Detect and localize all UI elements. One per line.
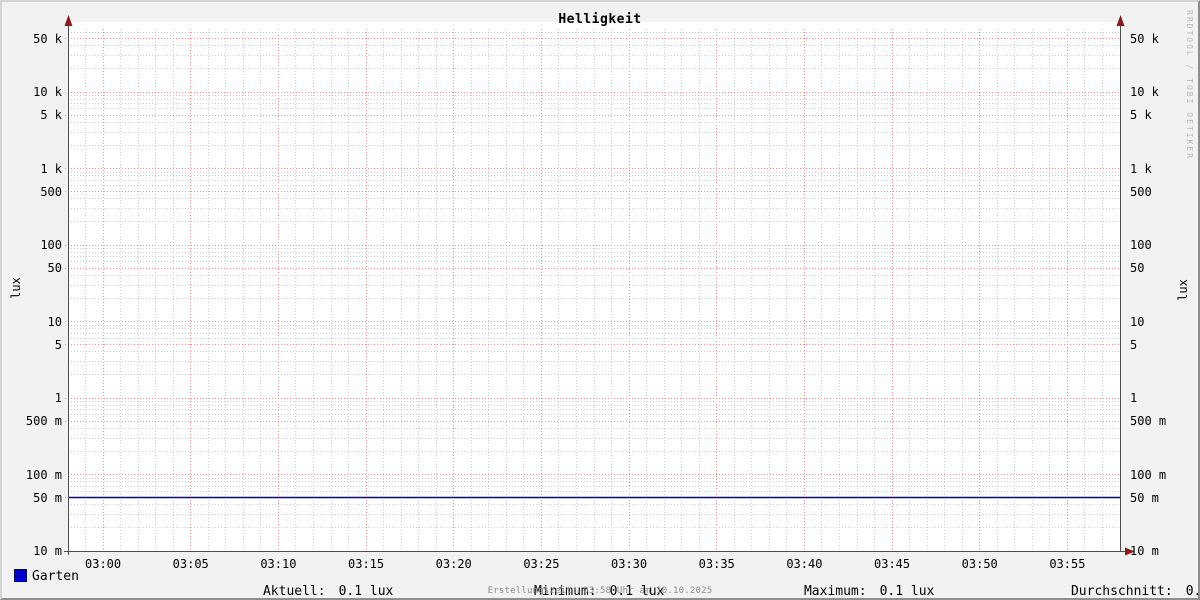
y-axis-tick-label-right: 500	[1130, 184, 1152, 199]
y-axis-tick-label-left: 10 k	[33, 85, 62, 99]
y-axis-tick-label-left: 100 m	[25, 467, 62, 482]
y-axis-tick-label-right: 10 m	[1130, 544, 1159, 558]
x-axis-tick-label: 03:15	[348, 557, 385, 571]
y-axis-tick-label-right: 5	[1130, 337, 1138, 352]
y-axis-tick-label-left: 500	[40, 184, 62, 199]
x-axis-tick-label: 03:20	[435, 557, 472, 571]
rrdtool-graph: Helligkeit lux lux RRDTOOL / TOBI OETIKE…	[0, 0, 1200, 600]
y-axis-tick-label-right: 50	[1130, 261, 1145, 276]
y-axis-tick-label-left: 10 m	[33, 544, 62, 558]
series-label: Garten	[32, 569, 79, 584]
x-axis-tick-label: 03:40	[786, 557, 823, 571]
y-axis-tick-label-left: 10	[47, 314, 62, 329]
x-axis-tick-label: 03:45	[874, 557, 911, 571]
y-axis-tick-label-left: 5	[54, 337, 62, 352]
x-axis-tick-label: 03:55	[1049, 557, 1086, 571]
chart-title: Helligkeit	[558, 12, 642, 27]
y-axis-tick-label-left: 50 k	[33, 31, 62, 46]
creation-timestamp: Erstellungszeit: 03:58 Uhr am 10.10.2025	[487, 586, 713, 596]
y-axis-tick-label-right: 1 k	[1130, 161, 1152, 176]
x-axis-tick-label: 03:10	[260, 557, 297, 571]
y-axis-tick-label-left: 1	[54, 391, 62, 405]
y-axis-tick-label-left: 5 k	[40, 108, 62, 123]
y-axis-tick-label-right: 5 k	[1130, 108, 1152, 123]
x-axis-tick-label: 03:25	[523, 557, 560, 571]
plot-area	[64, 15, 1135, 556]
legend-row: Garten Aktuell: 0.1 lux Minimum: 0.1 lux M…	[2, 569, 1198, 598]
y-axis-tick-label-left: 1 k	[40, 161, 62, 176]
y-axis-tick-label-right: 100	[1130, 238, 1152, 252]
series-color-swatch	[14, 569, 27, 582]
y-axis-tick-label-left: 100	[40, 238, 62, 252]
y-axis-tick-label-right: 50 m	[1130, 490, 1159, 505]
y-axis-tick-label-right: 50 k	[1130, 31, 1159, 46]
x-axis-tick-label: 03:50	[961, 557, 998, 571]
y-axis-tick-label-right: 10 k	[1130, 85, 1159, 99]
x-axis-tick-label: 03:35	[698, 557, 735, 571]
y-axis-tick-label-right: 500 m	[1130, 414, 1167, 429]
x-axis-tick-label: 03:05	[172, 557, 209, 571]
y-axis-tick-label-left: 500 m	[25, 414, 62, 429]
y-axis-tick-label-left: 50 m	[33, 490, 62, 505]
x-axis-tick-label: 03:00	[85, 557, 122, 571]
y-axis-tick-label-right: 1	[1130, 391, 1138, 405]
x-axis-tick-label: 03:30	[611, 557, 648, 571]
y-axis-tick-label-left: 50	[47, 261, 62, 276]
y-axis-tick-label-right: 10	[1130, 314, 1145, 329]
y-axis-tick-label-right: 100 m	[1130, 467, 1167, 482]
